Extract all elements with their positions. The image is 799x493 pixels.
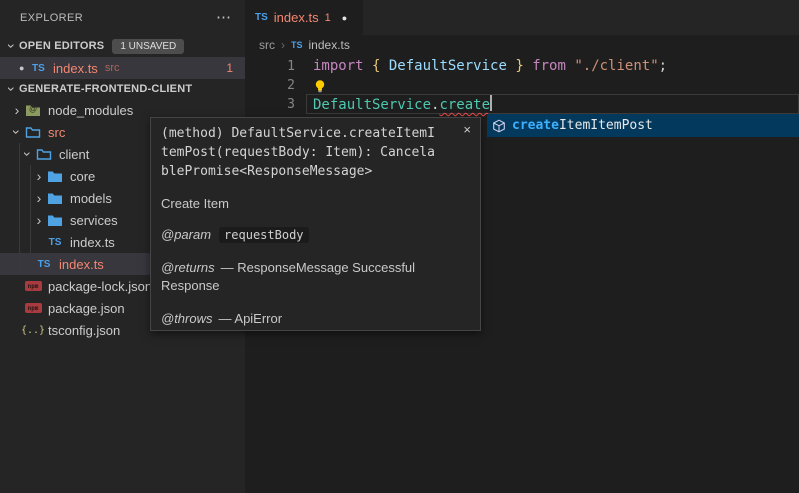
- open-editors-label: OPEN EDITORS: [19, 40, 104, 52]
- typescript-icon: TS: [32, 63, 53, 74]
- tree-item-label: models: [70, 191, 112, 206]
- member-being-typed: create: [439, 97, 490, 113]
- line-number: 3: [265, 95, 295, 114]
- chevron-right-icon: ›: [10, 103, 24, 117]
- tree-item-label: package.json: [48, 301, 125, 316]
- open-editor-detail: src: [105, 62, 120, 74]
- chevron-down-icon: ›: [5, 82, 19, 96]
- throws-text: — ApiError: [219, 311, 283, 326]
- tab-error-count: 1: [325, 12, 331, 24]
- doc-returns-row: @returns— ResponseMessage Successful Res…: [161, 259, 443, 295]
- modified-dot-icon: ●: [19, 63, 32, 73]
- open-editor-item-index-ts[interactable]: ● TS index.ts src 1: [0, 57, 245, 79]
- breadcrumb: src › TS index.ts: [245, 35, 799, 55]
- line-number: 1: [265, 57, 295, 76]
- json-icon: {..}: [24, 325, 42, 336]
- project-section-header[interactable]: › GENERATE-FRONTEND-CLIENT: [0, 79, 245, 99]
- semicolon: ;: [659, 58, 667, 74]
- text-cursor: [490, 95, 492, 111]
- signature-line: temPost(requestBody: Item): Cancela: [161, 143, 458, 162]
- code-line-1: import { DefaultService } from "./client…: [313, 57, 667, 76]
- keyword-from: from: [532, 58, 574, 74]
- tree-item-label: src: [48, 125, 65, 140]
- lightbulb-icon[interactable]: [313, 79, 327, 93]
- typescript-icon: TS: [291, 40, 303, 50]
- tree-item-label: core: [70, 169, 95, 184]
- close-icon[interactable]: ×: [463, 122, 471, 137]
- doc-throws-row: @throws — ApiError: [161, 310, 443, 328]
- tree-item-label: index.ts: [59, 257, 104, 272]
- tree-item-label: node_modules: [48, 103, 133, 118]
- keyword-import: import: [313, 58, 372, 74]
- folder-icon: [46, 192, 64, 205]
- node-modules-folder-icon: @: [24, 104, 42, 117]
- npm-icon: npm: [24, 281, 42, 291]
- module-string: "./client": [574, 58, 658, 74]
- modified-dot-icon[interactable]: ●: [342, 13, 347, 23]
- suggest-docs-panel: × (method) DefaultService.createItemI te…: [150, 117, 481, 331]
- project-name: GENERATE-FRONTEND-CLIENT: [19, 83, 192, 95]
- open-editors-header[interactable]: › OPEN EDITORS 1 UNSAVED: [0, 35, 245, 57]
- breadcrumb-folder[interactable]: src: [259, 38, 275, 52]
- method-signature: (method) DefaultService.createItemI temP…: [161, 124, 470, 181]
- doc-description: Create Item: [161, 196, 470, 211]
- tree-item-label: index.ts: [70, 235, 115, 250]
- explorer-title: EXPLORER: [20, 12, 216, 24]
- tree-item-label: package-lock.json: [48, 279, 152, 294]
- suggest-item-createItemItemPost[interactable]: createItemItemPost: [487, 114, 799, 137]
- tab-filename: index.ts: [274, 10, 319, 25]
- explorer-header: EXPLORER ⋯: [0, 0, 245, 35]
- param-name-chip: requestBody: [219, 227, 308, 243]
- indent-guide: [30, 165, 31, 253]
- vscode-window: EXPLORER ⋯ › OPEN EDITORS 1 UNSAVED ● TS…: [0, 0, 799, 493]
- folder-icon: [46, 170, 64, 183]
- param-tag: @param: [161, 227, 211, 242]
- throws-tag: @throws: [161, 311, 213, 326]
- brace-close: }: [507, 58, 532, 74]
- folder-open-icon: [35, 148, 53, 161]
- chevron-down-icon: ›: [5, 39, 19, 53]
- folder-icon: [46, 214, 64, 227]
- method-icon: [492, 119, 506, 133]
- folder-open-icon: [24, 126, 42, 139]
- tree-item-label: client: [59, 147, 89, 162]
- tree-item-label: tsconfig.json: [48, 323, 120, 338]
- chevron-right-icon: ›: [281, 38, 285, 52]
- doc-param-row: @param requestBody: [161, 226, 443, 244]
- chevron-right-icon: ›: [32, 213, 46, 227]
- chevron-down-icon: ›: [21, 147, 35, 161]
- open-editor-filename: index.ts: [53, 61, 98, 76]
- tab-index-ts[interactable]: TS index.ts 1 ●: [245, 0, 363, 35]
- line-number: 2: [265, 76, 295, 95]
- typescript-icon: TS: [255, 12, 268, 23]
- code-line-3: DefaultService.create: [313, 95, 492, 115]
- signature-line: blePromise<ResponseMessage>: [161, 162, 458, 181]
- error-count-badge: 1: [226, 61, 233, 75]
- indent-guide: [19, 143, 20, 275]
- chevron-down-icon: ›: [10, 125, 24, 139]
- suggest-label: createItemItemPost: [512, 118, 653, 133]
- npm-icon: npm: [24, 303, 42, 313]
- more-actions-icon[interactable]: ⋯: [216, 13, 231, 23]
- typescript-icon: TS: [35, 259, 53, 270]
- tab-bar: TS index.ts 1 ●: [245, 0, 799, 35]
- typescript-icon: TS: [46, 237, 64, 248]
- breadcrumb-file[interactable]: index.ts: [309, 38, 350, 52]
- brace-open: {: [372, 58, 389, 74]
- unsaved-badge: 1 UNSAVED: [112, 39, 184, 54]
- returns-tag: @returns: [161, 260, 215, 275]
- tree-item-label: services: [70, 213, 118, 228]
- signature-line: (method) DefaultService.createItemI: [161, 124, 458, 143]
- class-name: DefaultService: [313, 97, 431, 113]
- imported-class-name: DefaultService: [389, 58, 507, 74]
- chevron-right-icon: ›: [32, 169, 46, 183]
- chevron-right-icon: ›: [32, 191, 46, 205]
